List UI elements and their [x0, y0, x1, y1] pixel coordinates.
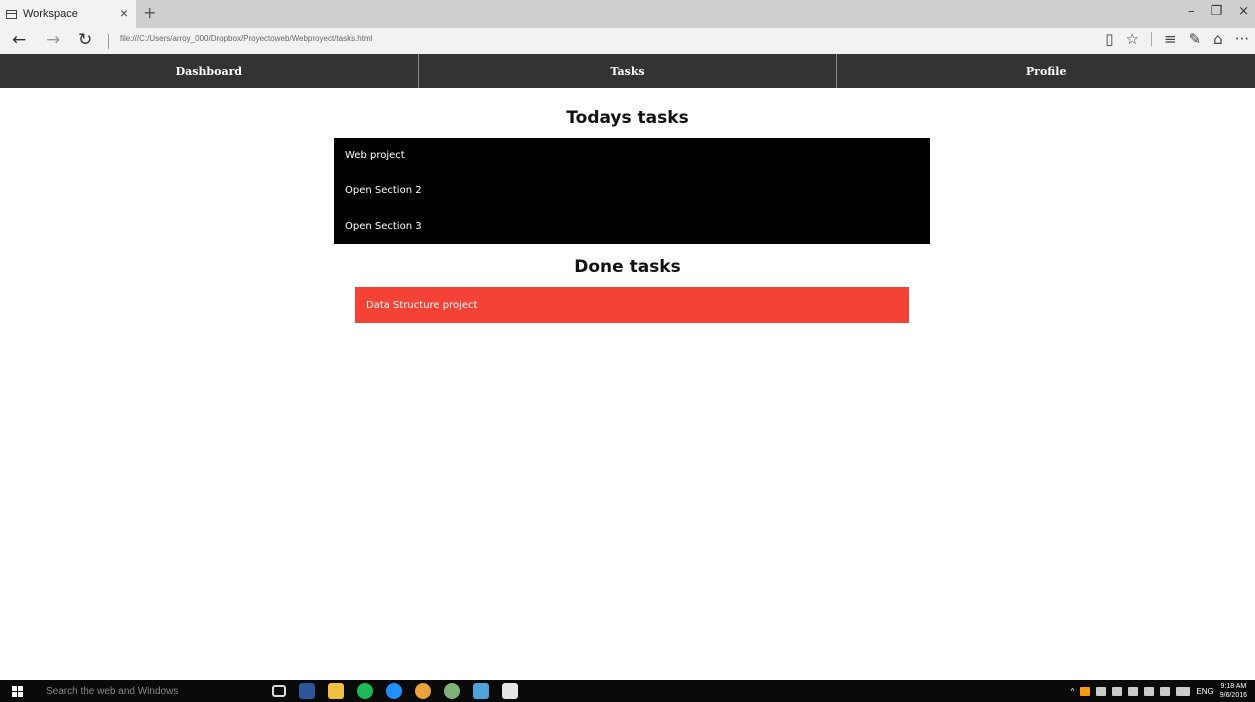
file-explorer-icon[interactable] [328, 683, 344, 699]
app-bird-icon[interactable] [473, 683, 489, 699]
nav-profile[interactable]: Profile [837, 54, 1255, 88]
web-note-icon[interactable]: ✎ [1189, 30, 1202, 48]
tray-keyboard-icon[interactable] [1176, 686, 1191, 696]
windows-taskbar: Search the web and Windows ^ ENG 9:18 AM… [0, 680, 1255, 702]
task-view-icon[interactable] [272, 685, 286, 697]
tray-pen-icon[interactable] [1096, 686, 1107, 696]
tab-page-icon [6, 9, 17, 19]
task-item-web-project[interactable]: Web project [334, 138, 930, 173]
spotify-icon[interactable] [357, 683, 373, 699]
browser-tab[interactable]: Workspace × [0, 0, 136, 28]
taskbar-app-icons [272, 683, 518, 699]
address-bar-row: ← → ↻ file:///C:/Users/arroy_000/Dropbox… [0, 28, 1255, 54]
window-controls: – ❐ × [1188, 4, 1249, 19]
close-window-button[interactable]: × [1238, 4, 1249, 19]
done-item-data-structure[interactable]: Data Structure project [355, 287, 909, 323]
taskbar-search-input[interactable]: Search the web and Windows [36, 680, 260, 702]
tray-network-icon[interactable] [1112, 686, 1123, 696]
chrome-icon[interactable] [415, 683, 431, 699]
site-nav: Dashboard Tasks Profile [0, 54, 1255, 88]
more-icon[interactable]: ··· [1235, 30, 1249, 48]
nav-tasks[interactable]: Tasks [419, 54, 838, 88]
browser-tab-bar: Workspace × + – ❐ × [0, 0, 1255, 28]
tray-app-icon[interactable] [1080, 686, 1091, 696]
mail-icon[interactable] [502, 683, 518, 699]
browser-toolbar-icons: ▯ ☆ ≡ ✎ ⌂ ··· [1105, 30, 1249, 48]
windows-start-icon[interactable] [12, 686, 24, 697]
tray-time: 9:18 AM [1220, 683, 1247, 690]
address-separator [108, 34, 109, 49]
tray-notifications-icon[interactable] [1160, 686, 1171, 696]
done-tasks-list: Data Structure project [355, 287, 909, 323]
new-tab-button[interactable]: + [143, 3, 156, 22]
tray-volume-icon[interactable] [1128, 686, 1139, 696]
todays-tasks-list: Web project Open Section 2 Open Section … [334, 138, 930, 244]
word-icon[interactable] [299, 683, 315, 699]
edge-icon[interactable] [386, 683, 402, 699]
tab-title: Workspace [23, 8, 78, 20]
nav-dashboard[interactable]: Dashboard [0, 54, 419, 88]
favorite-star-icon[interactable]: ☆ [1126, 30, 1139, 48]
system-tray: ^ ENG 9:18 AM 9/6/2016 [1071, 680, 1247, 702]
share-icon[interactable]: ⌂ [1213, 30, 1223, 48]
back-button[interactable]: ← [12, 30, 26, 50]
refresh-button[interactable]: ↻ [78, 30, 92, 50]
task-item-open-section-2[interactable]: Open Section 2 [334, 173, 930, 208]
restore-button[interactable]: ❐ [1210, 4, 1222, 19]
tray-clock[interactable]: 9:18 AM 9/6/2016 [1220, 682, 1247, 700]
hub-icon[interactable]: ≡ [1164, 30, 1177, 48]
tab-close-icon[interactable]: × [120, 5, 128, 21]
reading-view-icon[interactable]: ▯ [1105, 30, 1113, 48]
done-tasks-title: Done tasks [574, 257, 681, 277]
app-badge-icon[interactable] [444, 683, 460, 699]
toolbar-separator [1151, 32, 1152, 46]
minimize-button[interactable]: – [1188, 4, 1195, 19]
task-item-open-section-3[interactable]: Open Section 3 [334, 209, 930, 244]
tray-battery-icon[interactable] [1144, 686, 1155, 696]
url-field[interactable]: file:///C:/Users/arroy_000/Dropbox/Proye… [120, 34, 372, 43]
tray-date: 9/6/2016 [1219, 692, 1247, 699]
todays-tasks-title: Todays tasks [566, 108, 689, 128]
forward-button[interactable]: → [46, 30, 60, 50]
tray-language[interactable]: ENG [1196, 687, 1213, 696]
tray-caret-icon[interactable]: ^ [1071, 687, 1075, 696]
